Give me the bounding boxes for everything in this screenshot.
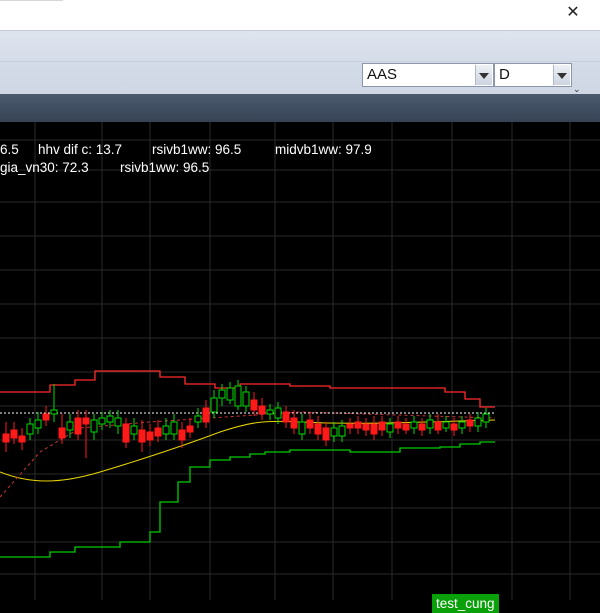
candle-body-up xyxy=(386,423,394,433)
signal-label: test_cung xyxy=(432,594,499,613)
candle-body-down xyxy=(178,429,186,441)
candle-body-up xyxy=(474,417,482,427)
candle-body-down xyxy=(394,421,402,429)
candle-body-up xyxy=(274,407,282,419)
candle-body-up xyxy=(162,425,170,435)
candle-body-down xyxy=(378,421,386,431)
symbol-select[interactable]: AAS xyxy=(362,63,494,87)
candle-body-down xyxy=(42,413,50,421)
symbol-select-value: AAS xyxy=(367,66,398,83)
candle-body-up xyxy=(426,419,434,429)
candle-body-down xyxy=(354,421,362,429)
candle-body-down xyxy=(138,429,146,443)
candle-body-down xyxy=(2,433,10,443)
candle-body-up xyxy=(98,417,106,425)
candle-body-up xyxy=(218,389,226,399)
chevron-down-icon[interactable] xyxy=(553,65,570,85)
candle-body-up xyxy=(482,413,490,423)
candle-body-up xyxy=(106,415,114,423)
candle-body-up xyxy=(338,425,346,437)
candle-body-down xyxy=(58,427,66,439)
chart-header-bar xyxy=(0,94,600,122)
candle-body-up xyxy=(234,385,242,407)
candle-body-up xyxy=(114,417,122,427)
candle-body-down xyxy=(434,421,442,431)
candle-body-down xyxy=(402,423,410,431)
legend-line2-b: rsivb1ww: 96.5 xyxy=(120,160,210,175)
legend-line2-a: gia_vn30: 72.3 xyxy=(0,160,89,175)
candle-body-down xyxy=(250,399,258,411)
timeframe-select[interactable]: D xyxy=(494,63,572,87)
candle-body-down xyxy=(450,423,458,431)
candle-body-down xyxy=(202,407,210,423)
candle-body-up xyxy=(194,415,202,423)
legend-line1-b: hhv dif c: 13.7 xyxy=(38,142,123,157)
candle-body-down xyxy=(154,427,162,437)
candle-body-up xyxy=(26,423,34,435)
candle-body-down xyxy=(82,417,90,425)
candle-body-up xyxy=(298,421,306,435)
candle-body-down xyxy=(362,423,370,431)
candle-body-up xyxy=(226,387,234,401)
candle-body-down xyxy=(146,431,154,441)
candle-body-down xyxy=(18,435,26,443)
candle-body-down xyxy=(466,419,474,427)
candle-body-down xyxy=(346,423,354,429)
candle-body-down xyxy=(314,423,322,435)
candle-body-down xyxy=(370,423,378,435)
chevron-down-icon[interactable] xyxy=(475,65,492,85)
toolbar-separator xyxy=(0,61,600,62)
window-titlebar: ✕ xyxy=(0,0,600,30)
candle-body-up xyxy=(34,419,42,429)
timeframe-select-value: D xyxy=(499,66,510,83)
price-chart[interactable]: 6.5 hhv dif c: 13.7 rsivb1ww: 96.5 midvb… xyxy=(0,122,600,613)
candle-body-down xyxy=(290,417,298,429)
candle-body-up xyxy=(130,425,138,435)
candle-body-down xyxy=(122,423,130,443)
candle-body-up xyxy=(50,409,58,415)
candle-body-down xyxy=(186,425,194,433)
legend-line1-c: rsivb1ww: 96.5 xyxy=(152,142,242,157)
candle-body-up xyxy=(210,397,218,413)
candle-body-down xyxy=(258,405,266,415)
candle-body-down xyxy=(418,423,426,431)
candle-body-up xyxy=(458,421,466,429)
candle-body-up xyxy=(90,419,98,433)
close-window-button[interactable]: ✕ xyxy=(558,0,588,26)
candle-body-up xyxy=(266,409,274,415)
legend-line1-d: midvb1ww: 97.9 xyxy=(275,142,372,157)
candle-body-up xyxy=(330,427,338,437)
legend-line1-a: 6.5 xyxy=(0,142,19,157)
lower-band-line xyxy=(0,441,495,558)
candle-body-up xyxy=(170,421,178,435)
candle-body-down xyxy=(322,427,330,441)
candle-body-up xyxy=(410,421,418,429)
candle-body-up xyxy=(442,421,450,429)
candle-body-up xyxy=(66,421,74,431)
chart-canvas xyxy=(0,122,600,600)
candle-body-down xyxy=(10,429,18,439)
candle-body-down xyxy=(282,411,290,423)
candle-body-down xyxy=(74,417,82,435)
titlebar-divider xyxy=(0,0,63,1)
candle-body-up xyxy=(242,391,250,407)
candle-body-down xyxy=(306,419,314,429)
